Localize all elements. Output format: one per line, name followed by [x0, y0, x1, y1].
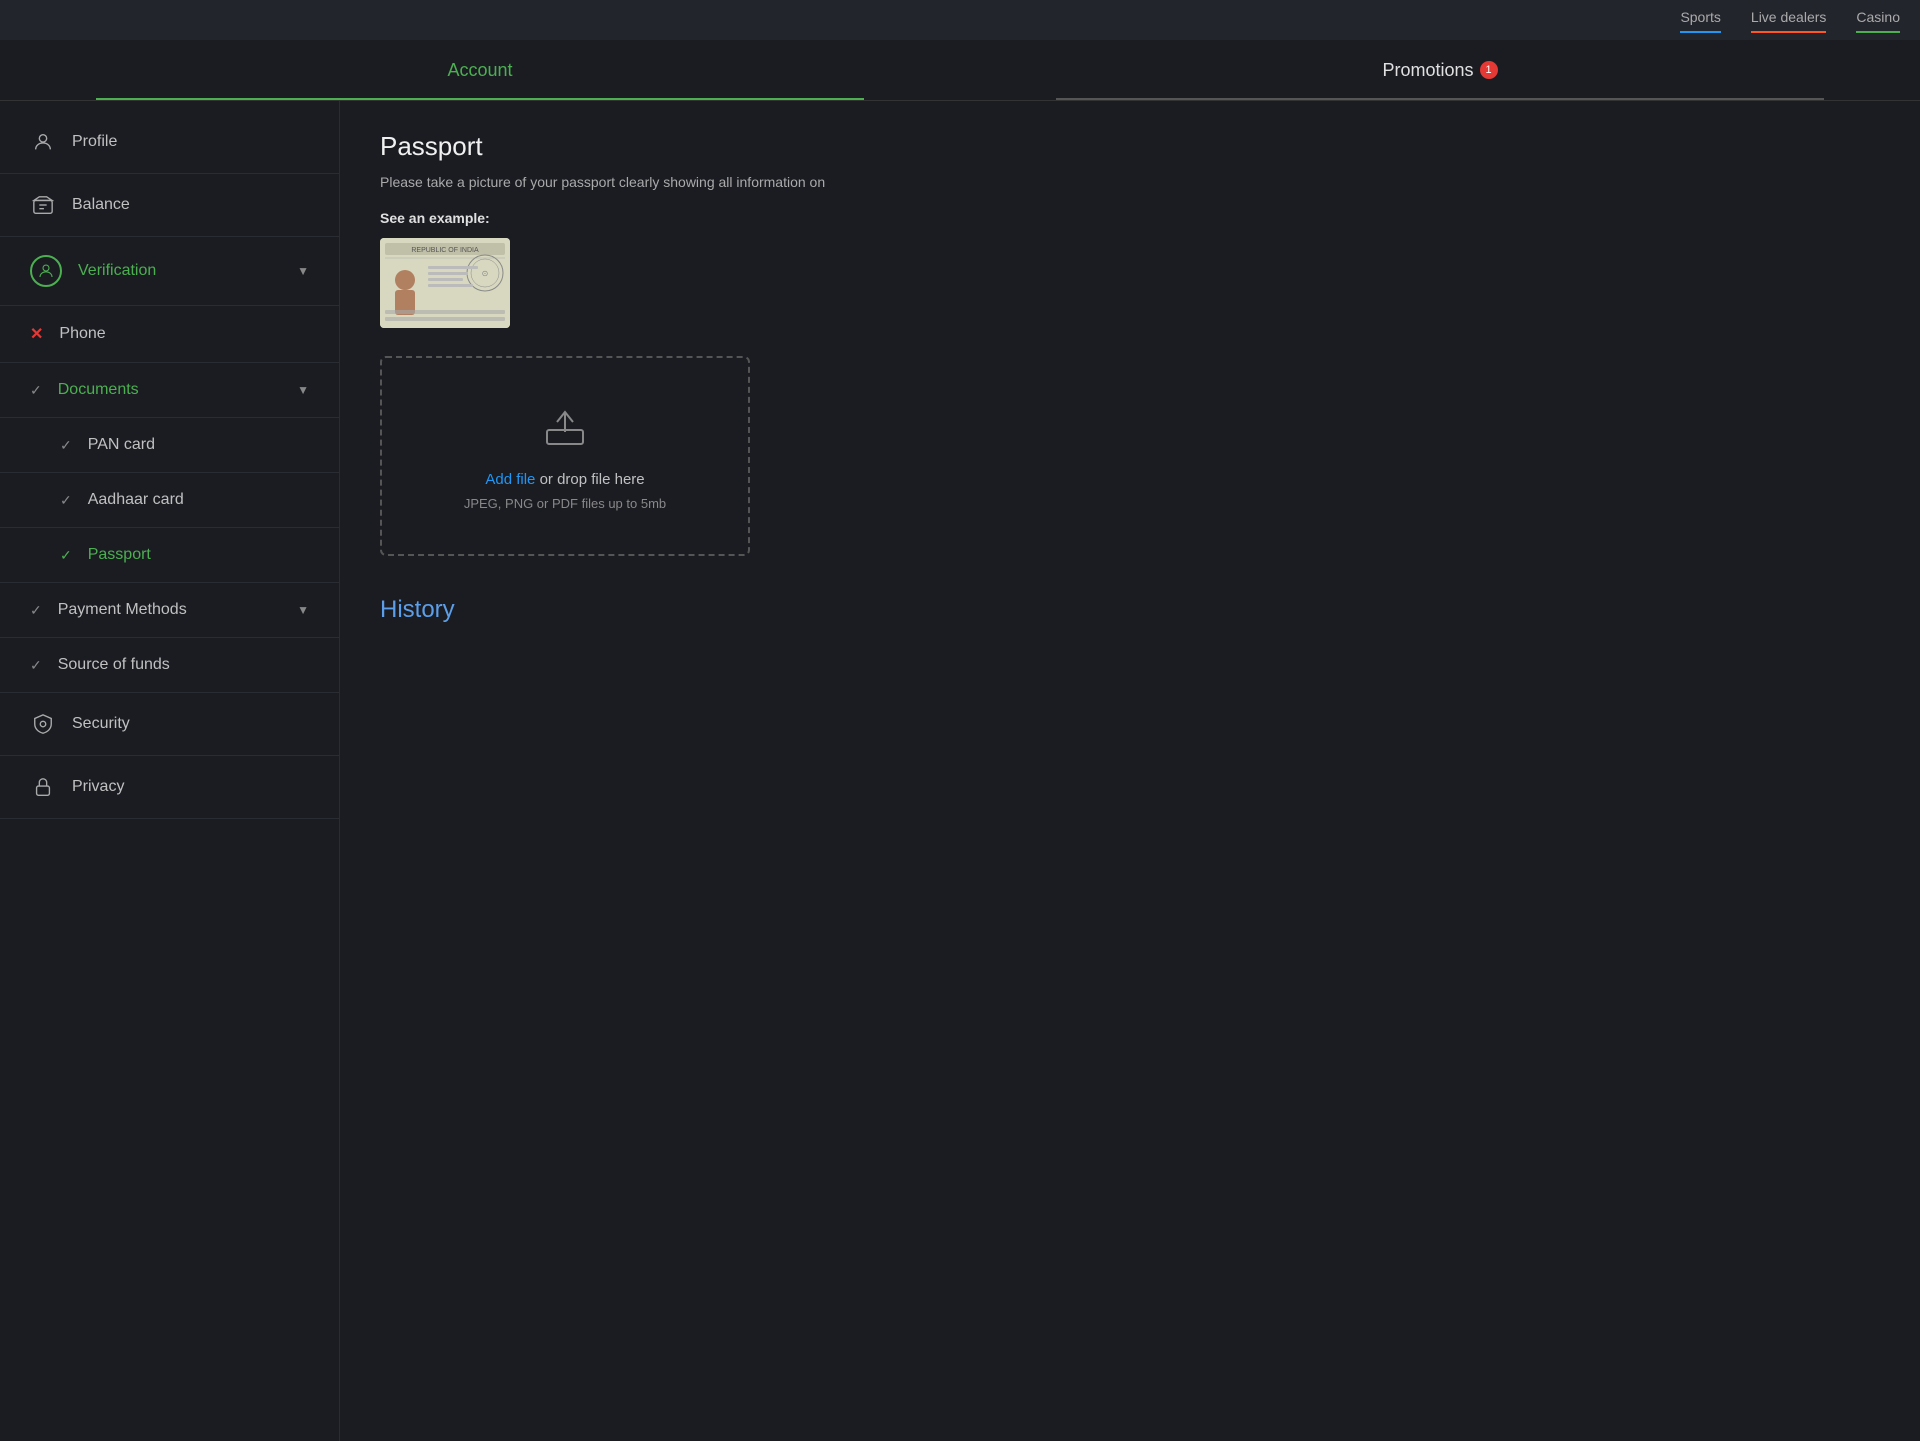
sidebar-item-profile[interactable]: Profile [0, 111, 339, 174]
pan-card-label: PAN card [88, 436, 309, 454]
aadhaar-check-icon: ✓ [60, 492, 72, 509]
file-upload-area[interactable]: Add file or drop file here JPEG, PNG or … [380, 356, 750, 556]
privacy-label: Privacy [72, 778, 309, 796]
sidebar-item-documents[interactable]: ✓ Documents ▼ [0, 363, 339, 418]
nav-casino[interactable]: Casino [1856, 9, 1900, 31]
sidebar-item-phone[interactable]: ✕ Phone [0, 306, 339, 363]
source-check-icon: ✓ [30, 657, 42, 674]
svg-text:⊙: ⊙ [482, 269, 489, 278]
sidebar-item-balance[interactable]: Balance [0, 174, 339, 237]
security-label: Security [72, 715, 309, 733]
svg-text:REPUBLIC OF INDIA: REPUBLIC OF INDIA [411, 247, 479, 254]
second-navbar: Account Promotions 1 [0, 40, 1920, 101]
nav-sports[interactable]: Sports [1680, 9, 1720, 31]
history-title: History [380, 596, 1880, 624]
tab-account[interactable]: Account [0, 40, 960, 100]
documents-label: Documents [58, 381, 281, 399]
passport-description: Please take a picture of your passport c… [380, 174, 1880, 190]
aadhaar-card-label: Aadhaar card [88, 491, 309, 509]
top-navbar: Sports Live dealers Casino [0, 0, 1920, 40]
payment-methods-label: Payment Methods [58, 601, 281, 619]
passport-title: Passport [380, 131, 1880, 162]
documents-check-icon: ✓ [30, 382, 42, 399]
documents-chevron-icon: ▼ [297, 383, 309, 397]
promotions-badge: 1 [1480, 61, 1498, 79]
verification-icon [30, 255, 62, 287]
verification-chevron-icon: ▼ [297, 264, 309, 278]
tab-promotions-label: Promotions [1382, 60, 1473, 81]
sidebar-item-passport[interactable]: ✓ Passport [0, 528, 339, 583]
upload-icon [541, 402, 589, 455]
passport-label: Passport [88, 546, 309, 564]
main-layout: Profile Balance Verificati [0, 101, 1920, 1441]
or-drop-label: or drop file here [535, 471, 644, 488]
passport-check-icon: ✓ [60, 547, 72, 564]
sidebar-item-payment-methods[interactable]: ✓ Payment Methods ▼ [0, 583, 339, 638]
payment-check-icon: ✓ [30, 602, 42, 619]
sidebar-item-privacy[interactable]: Privacy [0, 756, 339, 819]
phone-error-icon: ✕ [30, 324, 43, 344]
tab-account-label: Account [447, 60, 512, 81]
profile-icon [30, 129, 56, 155]
phone-label: Phone [59, 325, 309, 343]
payment-chevron-icon: ▼ [297, 603, 309, 617]
balance-label: Balance [72, 196, 309, 214]
passport-example-image: REPUBLIC OF INDIA ⊙ [380, 238, 510, 328]
security-icon [30, 711, 56, 737]
pan-check-icon: ✓ [60, 437, 72, 454]
balance-icon [30, 192, 56, 218]
verification-label: Verification [78, 262, 281, 280]
tab-promotions[interactable]: Promotions 1 [960, 40, 1920, 100]
main-content-area: Passport Please take a picture of your p… [340, 101, 1920, 1441]
profile-label: Profile [72, 133, 309, 151]
sidebar-item-pan-card[interactable]: ✓ PAN card [0, 418, 339, 473]
add-file-link[interactable]: Add file [485, 471, 535, 488]
upload-text: Add file or drop file here [485, 471, 644, 488]
privacy-icon [30, 774, 56, 800]
see-example-label: See an example: [380, 210, 1880, 226]
source-of-funds-label: Source of funds [58, 656, 309, 674]
sidebar-item-source-of-funds[interactable]: ✓ Source of funds [0, 638, 339, 693]
sidebar-item-verification[interactable]: Verification ▼ [0, 237, 339, 306]
sidebar-item-aadhaar-card[interactable]: ✓ Aadhaar card [0, 473, 339, 528]
sidebar-item-security[interactable]: Security [0, 693, 339, 756]
sidebar: Profile Balance Verificati [0, 101, 340, 1441]
upload-hint: JPEG, PNG or PDF files up to 5mb [464, 496, 666, 511]
nav-live-dealers[interactable]: Live dealers [1751, 9, 1827, 31]
